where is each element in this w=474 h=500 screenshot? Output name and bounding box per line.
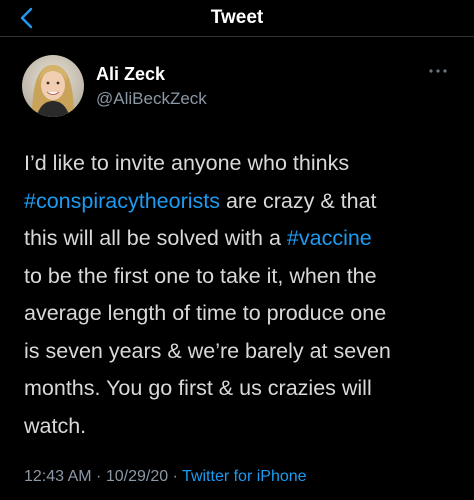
separator: ·	[168, 468, 183, 485]
separator: ·	[91, 468, 106, 485]
tweet-line: to be the first one to take it, when the	[24, 258, 454, 296]
tweet-text-segment: I’d like to invite anyone who thinks	[24, 151, 350, 175]
tweet-meta: 12:43 AM · 10/29/20 · Twitter for iPhone	[24, 468, 307, 486]
hashtag-link[interactable]: #conspiracytheorists	[24, 189, 220, 213]
tweet-time[interactable]: 12:43 AM	[24, 468, 92, 485]
tweet-line: this will all be solved with a #vaccine	[24, 220, 454, 258]
tweet-source-link[interactable]: Twitter for iPhone	[182, 468, 307, 485]
tweet-line: #conspiracytheorists are crazy & that	[24, 183, 454, 221]
tweet-line: average length of time to produce one	[24, 295, 454, 333]
tweet-text-segment: watch.	[24, 413, 87, 438]
hashtag-link[interactable]: #vaccine	[287, 226, 372, 250]
tweet-date[interactable]: 10/29/20	[106, 468, 168, 485]
tweet-text-segment: are crazy & that	[219, 188, 377, 213]
top-bar: Tweet	[0, 0, 474, 37]
page-title: Tweet	[210, 7, 264, 28]
tweet-text-segment: months. You go first & us crazies will	[24, 376, 372, 400]
tweet-line: I’d like to invite anyone who thinks	[24, 145, 454, 183]
tweet-text: I’d like to invite anyone who thinks #co…	[24, 145, 454, 445]
tweet-text-segment: this will all be solved with a	[24, 226, 287, 250]
author-handle[interactable]: @AliBeckZeck	[96, 89, 207, 109]
tweet-line: watch.	[24, 408, 454, 446]
tweet-text-segment: to be the first one to take it, when the	[24, 263, 377, 288]
tweet-line: is seven years & we’re barely at seven	[24, 333, 454, 371]
tweet-line: months. You go first & us crazies will	[24, 370, 454, 408]
ellipsis-icon[interactable]	[426, 64, 450, 78]
author-name[interactable]: Ali Zeck	[96, 64, 165, 85]
tweet-text-segment: is seven years & we’re barely at seven	[24, 338, 391, 363]
tweet-text-segment: average length of time to produce one	[24, 301, 387, 325]
avatar[interactable]	[22, 55, 84, 117]
